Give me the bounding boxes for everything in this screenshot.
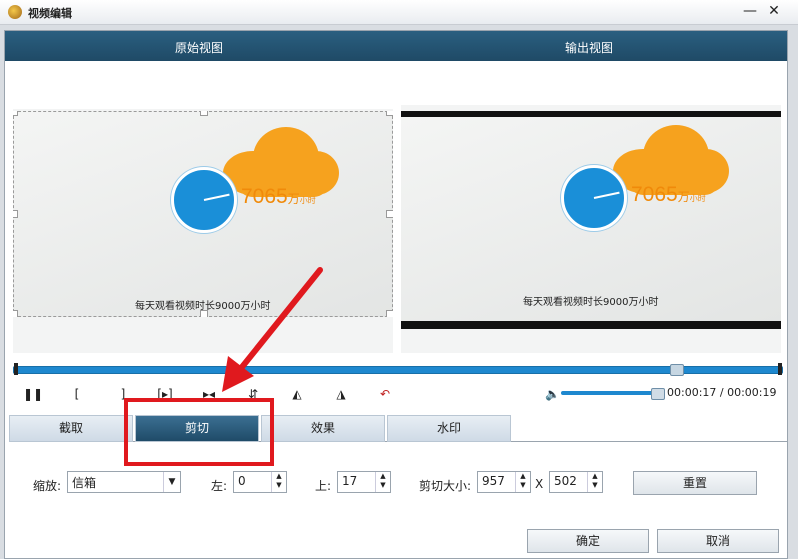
annotation-arrow [222,267,323,392]
